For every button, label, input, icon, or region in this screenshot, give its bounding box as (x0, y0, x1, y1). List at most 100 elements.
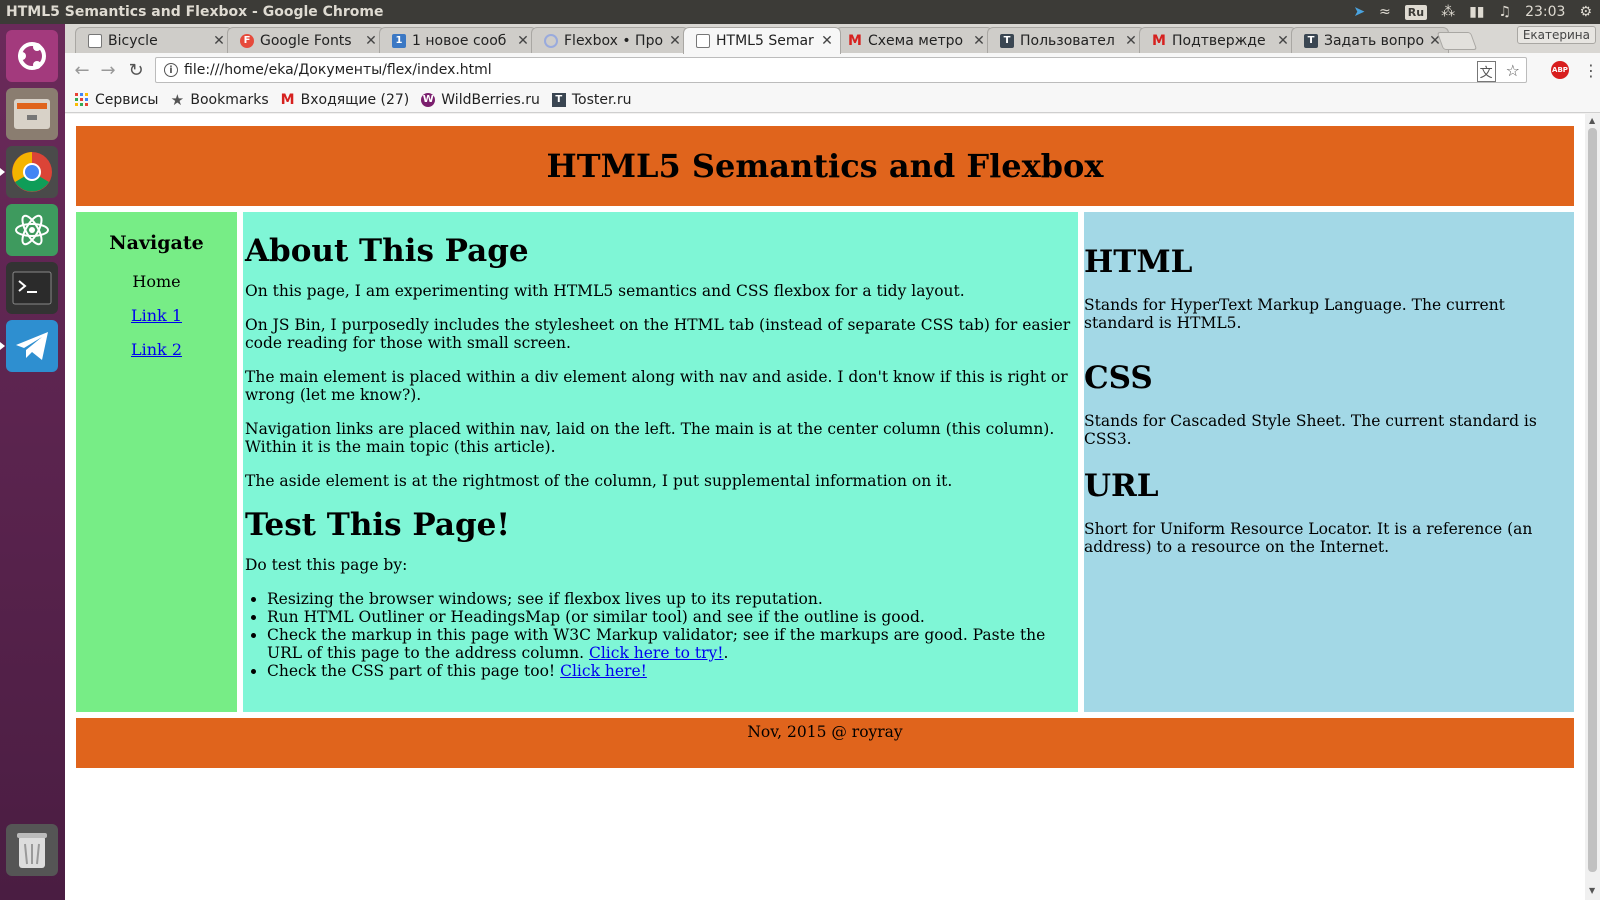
profile-button[interactable]: Екатерина (1516, 26, 1596, 44)
system-top-bar: HTML5 Semantics and Flexbox - Google Chr… (0, 0, 1600, 24)
address-url[interactable]: file:///home/eka/Документы/flex/index.ht… (184, 62, 492, 78)
tab-user[interactable]: T Пользовател ✕ (987, 27, 1145, 53)
browser-toolbar: ← → ↻ i file:///home/eka/Документы/flex/… (65, 53, 1600, 87)
tab-metro-map[interactable]: M Схема метро ✕ (835, 27, 993, 53)
telegram-launcher-icon[interactable] (0, 320, 58, 372)
forward-button[interactable]: → (97, 59, 119, 81)
page-main: About This Page On this page, I am exper… (243, 212, 1078, 712)
bookmark-label: Toster.ru (571, 91, 632, 108)
test-intro: Do test this page by: (245, 556, 408, 574)
address-bar[interactable]: i file:///home/eka/Документы/flex/index.… (155, 57, 1527, 83)
about-paragraph: The main element is placed within a div … (245, 368, 1068, 404)
tab-bicycle[interactable]: Bicycle ✕ (75, 27, 233, 53)
close-tab-icon[interactable]: ✕ (972, 33, 986, 49)
footer-text: Nov, 2015 @ royray (747, 723, 903, 741)
bookmark-services[interactable]: Сервисы (75, 92, 158, 108)
bookmark-star-icon[interactable]: ☆ (1506, 61, 1520, 82)
bookmark-label: Сервисы (95, 91, 159, 108)
page-icon (88, 33, 102, 48)
bookmark-wildberries[interactable]: W WildBerries.ru (421, 92, 540, 108)
translate-icon[interactable]: 文 (1476, 61, 1496, 82)
tab-label: Bicycle (108, 32, 158, 49)
aside-paragraph: Stands for HyperText Markup Language. Th… (1084, 296, 1505, 332)
page-nav: Navigate Home Link 1 Link 2 (76, 212, 237, 712)
tab-new-message[interactable]: 1 1 новое сооб ✕ (379, 27, 537, 53)
tab-label: HTML5 Semar (716, 33, 814, 49)
about-paragraph: Navigation links are placed within nav, … (245, 420, 1055, 456)
terminal-icon[interactable] (6, 262, 58, 314)
bluetooth-icon[interactable]: ⁂ (1441, 4, 1455, 20)
tab-html5-semantics[interactable]: HTML5 Semar ✕ (683, 27, 841, 54)
page-scrollbar[interactable]: ▲ ▼ (1585, 114, 1600, 900)
files-icon[interactable] (6, 88, 58, 140)
volume-icon[interactable]: ♫ (1499, 4, 1512, 20)
test-heading: Test This Page! (245, 507, 510, 543)
clock[interactable]: 23:03 (1525, 4, 1565, 20)
tab-label: Flexbox • Про (564, 32, 664, 49)
bookmark-label: WildBerries.ru (441, 91, 540, 108)
list-item: Check the CSS part of this page too! Cli… (267, 662, 1076, 680)
chrome-launcher-icon[interactable] (0, 146, 58, 198)
settings-gear-icon[interactable]: ⚙ (1579, 4, 1592, 20)
page-viewport: HTML5 Semantics and Flexbox Navigate Hom… (65, 114, 1585, 900)
toster-icon: T (551, 92, 566, 107)
badge-icon: 1 (392, 33, 406, 48)
list-item-text: . (723, 644, 729, 662)
site-info-icon[interactable]: i (164, 63, 178, 77)
close-tab-icon[interactable]: ✕ (820, 33, 834, 49)
bookmark-bookmarks[interactable]: ★ Bookmarks (170, 90, 269, 109)
scroll-up-arrow-icon[interactable]: ▲ (1589, 116, 1595, 125)
about-paragraph: On JS Bin, I purposedly includes the sty… (245, 316, 1071, 352)
keyboard-layout-indicator[interactable]: Ru (1404, 4, 1428, 20)
scrollbar-thumb[interactable] (1588, 128, 1597, 872)
bookmark-inbox[interactable]: M Входящие (27) (281, 92, 410, 108)
nav-link-1[interactable]: Link 1 (131, 306, 182, 325)
star-icon: ★ (170, 90, 185, 109)
list-item: Resizing the browser windows; see if fle… (267, 590, 1076, 608)
toster-icon: T (1000, 33, 1014, 48)
close-tab-icon[interactable]: ✕ (1276, 33, 1290, 49)
close-tab-icon[interactable]: ✕ (212, 33, 226, 49)
telegram-tray-icon[interactable]: ➤ (1353, 4, 1365, 20)
bookmark-label: Входящие (27) (300, 91, 410, 108)
wifi-icon[interactable]: ≈ (1379, 4, 1391, 20)
adblock-plus-icon[interactable]: ABP (1551, 61, 1569, 79)
bookmark-label: Bookmarks (190, 91, 269, 108)
aside-paragraph: Short for Uniform Resource Locator. It i… (1084, 520, 1533, 556)
scroll-down-arrow-icon[interactable]: ▼ (1589, 886, 1595, 895)
list-item-text: Run HTML Outliner or HeadingsMap (or sim… (267, 608, 925, 626)
tab-google-fonts[interactable]: F Google Fonts ✕ (227, 27, 385, 53)
aside-heading-css: CSS (1084, 360, 1153, 396)
tab-label: 1 новое сооб (412, 32, 507, 49)
tab-flexbox[interactable]: Flexbox • Про ✕ (531, 27, 689, 53)
back-button[interactable]: ← (71, 59, 93, 81)
gmail-icon: M (280, 91, 295, 108)
toster-icon: T (1304, 33, 1318, 48)
list-item-text: Resizing the browser windows; see if fle… (267, 590, 823, 608)
chrome-menu-icon[interactable]: ⋮ (1583, 61, 1599, 80)
tab-confirmation[interactable]: M Подтвержде ✕ (1139, 27, 1297, 53)
close-tab-icon[interactable]: ✕ (1124, 33, 1138, 49)
trash-icon[interactable] (6, 824, 58, 876)
close-tab-icon[interactable]: ✕ (516, 33, 530, 49)
test-list: Resizing the browser windows; see if fle… (267, 590, 1076, 680)
new-tab-button[interactable] (1436, 32, 1478, 50)
close-tab-icon[interactable]: ✕ (668, 33, 682, 49)
css-check-link[interactable]: Click here! (560, 662, 647, 680)
validator-link[interactable]: Click here to try! (589, 644, 724, 662)
tab-label: Подтвержде (1172, 32, 1266, 49)
atom-editor-icon[interactable] (6, 204, 58, 256)
page-icon (696, 34, 710, 48)
list-item-text: Check the CSS part of this page too! (267, 662, 556, 680)
nav-link-2[interactable]: Link 2 (131, 340, 182, 359)
close-tab-icon[interactable]: ✕ (364, 33, 378, 49)
window-title: HTML5 Semantics and Flexbox - Google Chr… (6, 4, 384, 20)
about-paragraph: On this page, I am experimenting with HT… (245, 282, 965, 300)
tab-ask-question[interactable]: T Задать вопро ✕ (1291, 27, 1449, 53)
ubuntu-dash-icon[interactable] (6, 30, 58, 82)
gmail-icon: M (1152, 32, 1166, 49)
bookmark-toster[interactable]: T Toster.ru (551, 91, 632, 108)
reload-button[interactable]: ↻ (125, 59, 147, 81)
battery-icon[interactable]: ▮▮ (1469, 4, 1484, 20)
nav-title: Navigate (109, 232, 204, 254)
